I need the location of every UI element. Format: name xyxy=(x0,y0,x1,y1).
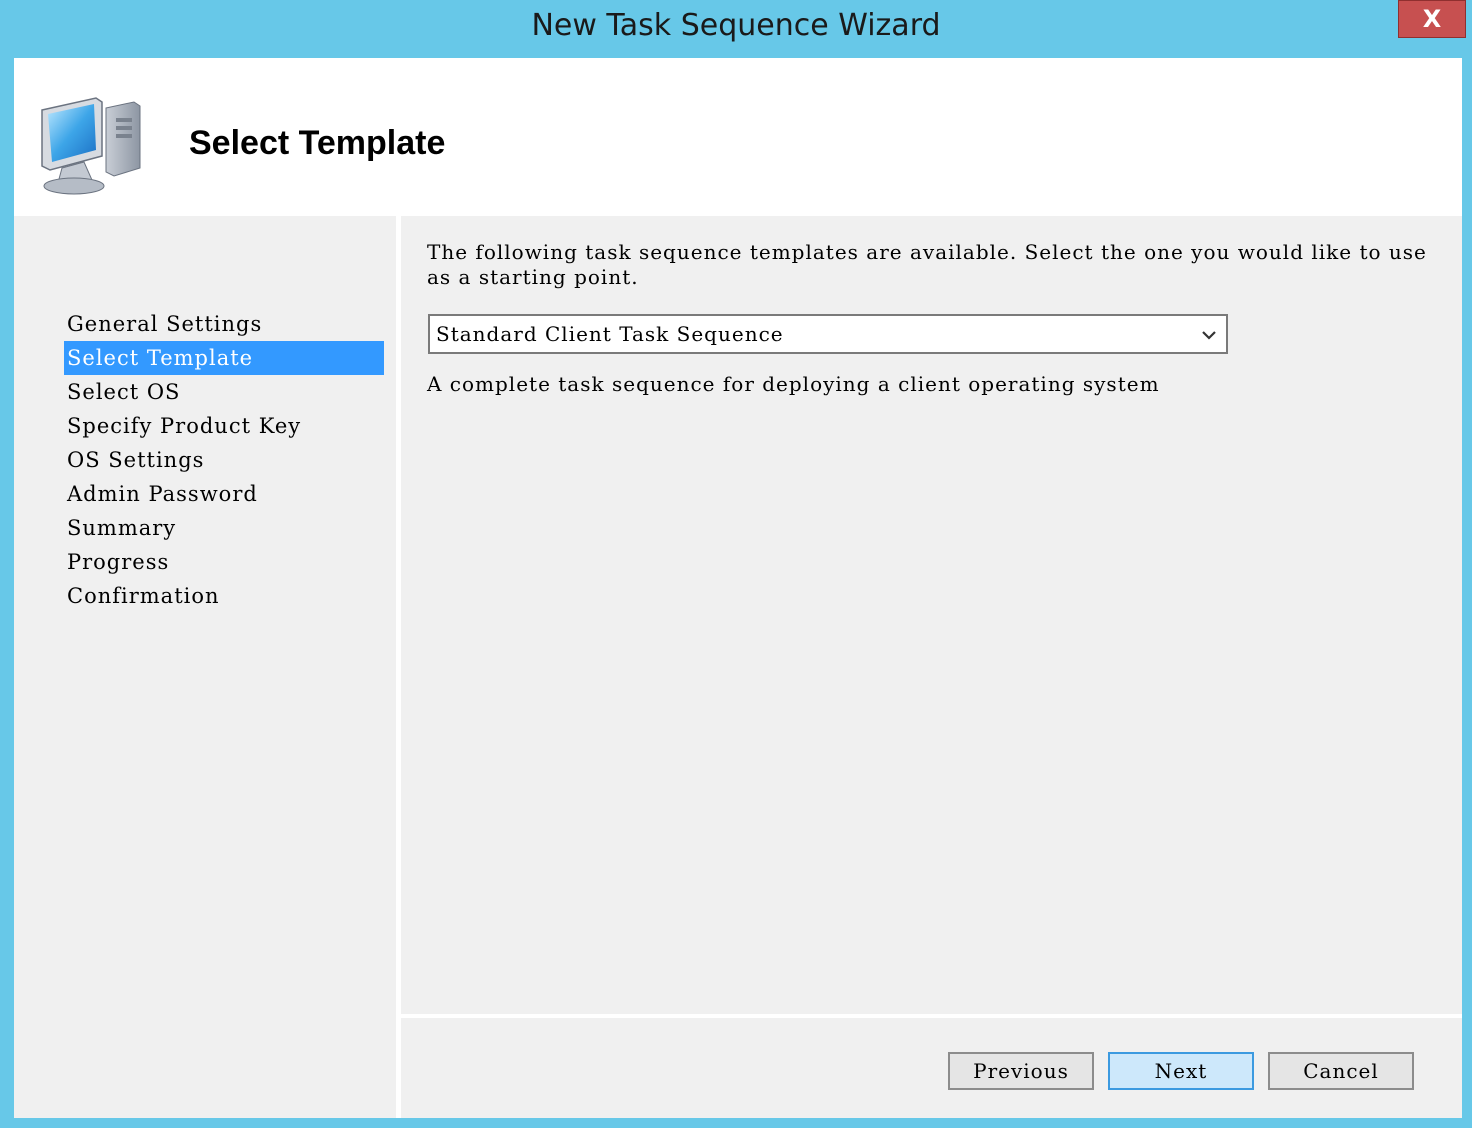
sidebar-item-summary[interactable]: Summary xyxy=(64,511,384,545)
template-select-value: Standard Client Task Sequence xyxy=(436,322,784,346)
wizard-content: The following task sequence templates ar… xyxy=(401,216,1462,1014)
sidebar-item-os-settings[interactable]: OS Settings xyxy=(64,443,384,477)
page-title: Select Template xyxy=(189,124,446,162)
wizard-footer: Previous Next Cancel xyxy=(401,1018,1462,1118)
title-bar[interactable]: New Task Sequence Wizard X xyxy=(0,0,1472,58)
template-select[interactable]: Standard Client Task Sequence xyxy=(428,314,1228,354)
template-description: A complete task sequence for deploying a… xyxy=(427,372,1160,396)
chevron-down-icon[interactable] xyxy=(1200,326,1218,344)
sidebar-item-select-os[interactable]: Select OS xyxy=(64,375,384,409)
sidebar-item-progress[interactable]: Progress xyxy=(64,545,384,579)
close-button[interactable]: X xyxy=(1398,0,1466,38)
computer-icon xyxy=(41,97,141,195)
sidebar-item-general-settings[interactable]: General Settings xyxy=(64,307,384,341)
sidebar-item-admin-password[interactable]: Admin Password xyxy=(64,477,384,511)
wizard-header: Select Template xyxy=(14,58,1462,216)
window-title: New Task Sequence Wizard xyxy=(531,8,941,43)
next-button[interactable]: Next xyxy=(1108,1052,1254,1090)
sidebar-item-select-template[interactable]: Select Template xyxy=(64,341,384,375)
previous-button[interactable]: Previous xyxy=(948,1052,1094,1090)
wizard-window: Select Template General Settings Select … xyxy=(14,58,1462,1118)
wizard-steps-sidebar: General Settings Select Template Select … xyxy=(14,216,396,1118)
close-icon: X xyxy=(1422,5,1442,33)
sidebar-item-confirmation[interactable]: Confirmation xyxy=(64,579,384,613)
sidebar-item-specify-product-key[interactable]: Specify Product Key xyxy=(64,409,384,443)
intro-text: The following task sequence templates ar… xyxy=(427,240,1427,289)
cancel-button[interactable]: Cancel xyxy=(1268,1052,1414,1090)
